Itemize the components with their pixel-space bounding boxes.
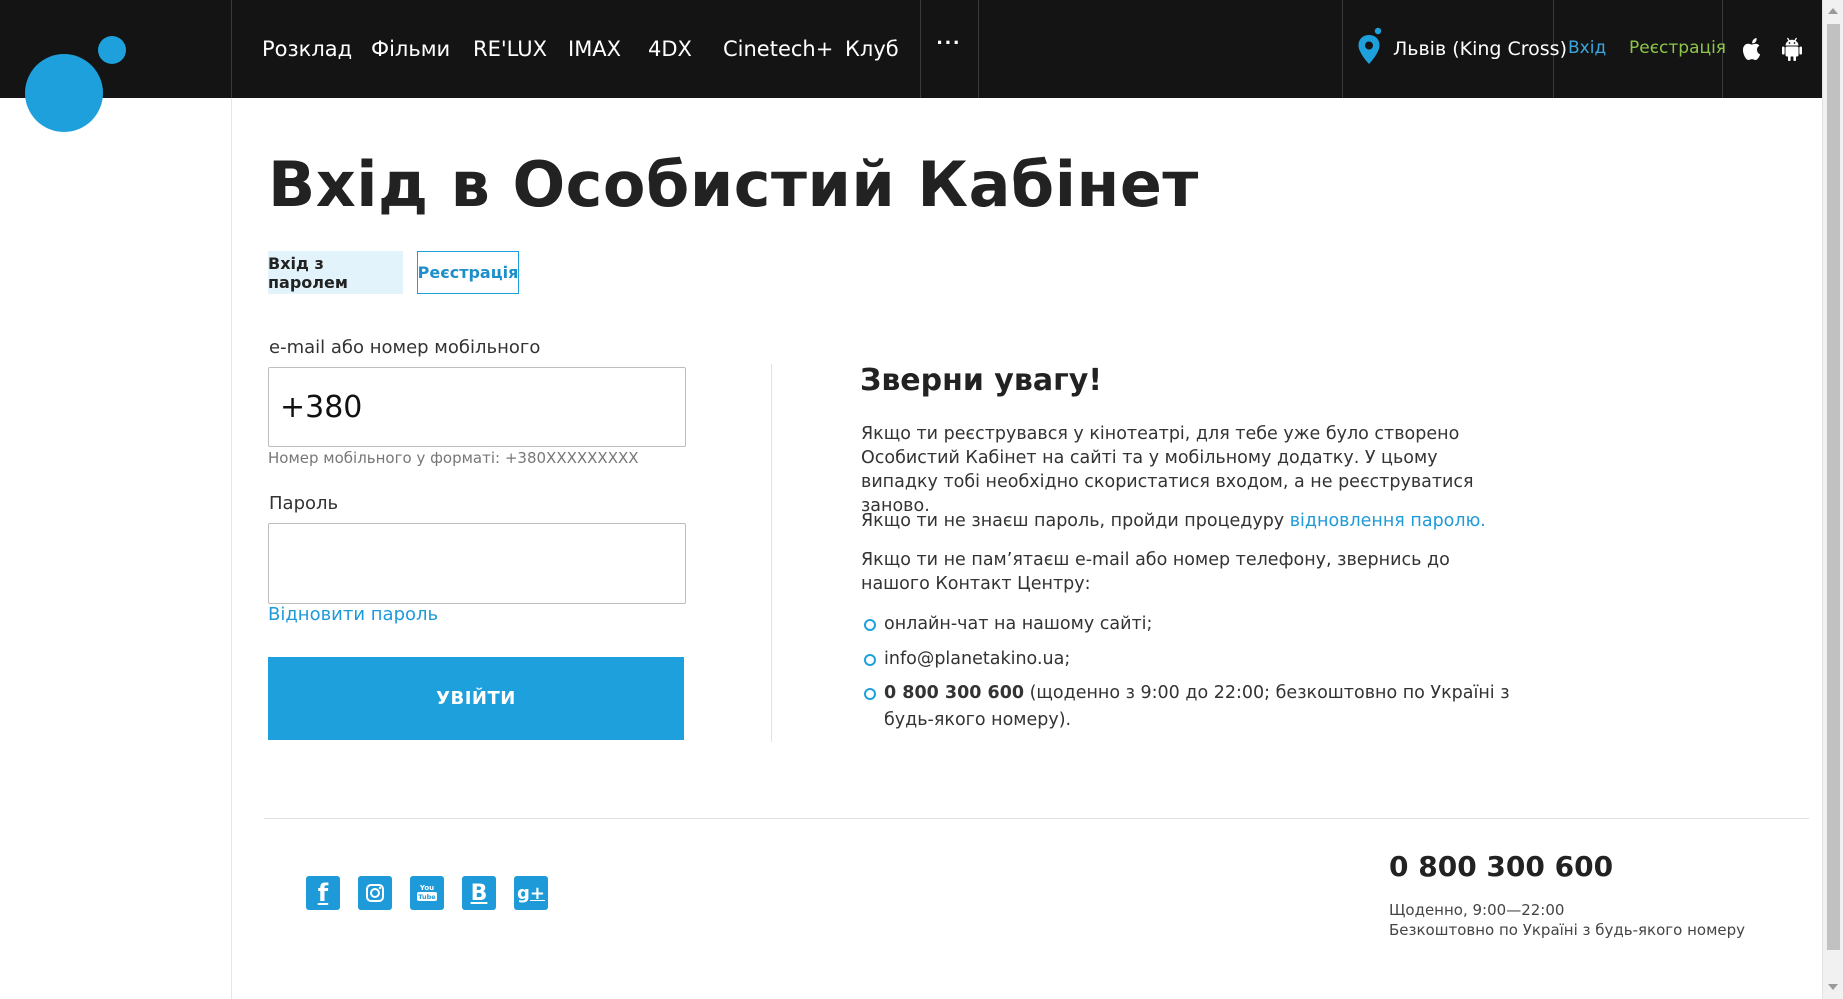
- android-icon[interactable]: [1781, 36, 1805, 62]
- notice-paragraph-2: Якщо ти не знаєш пароль, пройди процедур…: [861, 509, 1511, 533]
- scroll-up-arrow-icon[interactable]: [1828, 8, 1838, 14]
- password-input[interactable]: [268, 523, 686, 604]
- top-navigation-bar: Розклад Фільми RE'LUX IMAX 4DX Cinetech+…: [0, 0, 1822, 98]
- notice-paragraph-3: Якщо ти не пам’ятаєш e-mail або номер те…: [861, 550, 1450, 594]
- bullet-icon: [864, 619, 876, 631]
- nav-item-films[interactable]: Фільми: [371, 37, 450, 61]
- restore-password-inline-link[interactable]: відновлення паролю.: [1290, 511, 1486, 531]
- contact-phone: 0 800 300 600 (щоденно з 9:00 до 22:00; …: [884, 680, 1524, 734]
- vk-icon[interactable]: B: [462, 876, 496, 910]
- instagram-icon[interactable]: [358, 876, 392, 910]
- nav-item-4dx[interactable]: 4DX: [648, 37, 692, 61]
- tab-register[interactable]: Реєстрація: [417, 251, 519, 294]
- footer-divider: [264, 818, 1809, 819]
- notice-title: Зверни увагу!: [860, 363, 1103, 398]
- login-input[interactable]: [268, 367, 686, 447]
- facebook-icon[interactable]: f: [306, 876, 340, 910]
- content-left-border: [231, 98, 232, 999]
- footer-hours: Щоденно, 9:00—22:00: [1389, 901, 1565, 919]
- login-field-label: e-mail або номер мобільного: [269, 337, 541, 358]
- nav-divider: [978, 0, 979, 98]
- google-plus-icon[interactable]: g+: [514, 876, 548, 910]
- city-label: Львів (King Cross): [1393, 38, 1567, 60]
- bullet-icon: [864, 654, 876, 666]
- notice-paragraph-2-text: Якщо ти не знаєш пароль, пройди процедур…: [861, 511, 1290, 531]
- contact-phone-number: 0 800 300 600: [884, 683, 1025, 703]
- scroll-thumb[interactable]: [1827, 24, 1840, 950]
- login-field-hint: Номер мобільного у форматі: +380XXXXXXXX…: [268, 449, 639, 467]
- section-divider: [771, 364, 772, 742]
- notice-paragraph-1: Якщо ти реєструвався у кінотеатрі, для т…: [861, 424, 1474, 516]
- nav-item-club[interactable]: Клуб: [845, 37, 899, 61]
- youtube-icon[interactable]: You Tube: [410, 876, 444, 910]
- svg-text:Tube: Tube: [418, 893, 436, 901]
- nav-item-schedule[interactable]: Розклад: [262, 37, 352, 61]
- location-pin-icon: [1357, 27, 1383, 72]
- city-selector[interactable]: Львів (King Cross): [1357, 26, 1567, 72]
- restore-password-link[interactable]: Відновити пароль: [268, 604, 438, 625]
- apple-icon[interactable]: [1741, 36, 1765, 62]
- planeta-kino-logo-dot: [98, 36, 126, 64]
- nav-item-imax[interactable]: IMAX: [568, 37, 621, 61]
- nav-divider: [1342, 0, 1343, 98]
- page-title: Вхід в Особистий Кабінет: [268, 148, 1199, 221]
- tab-password-login[interactable]: Вхід з паролем: [268, 251, 403, 294]
- nav-item-relux[interactable]: RE'LUX: [473, 37, 547, 61]
- nav-item-cinetech[interactable]: Cinetech+: [723, 37, 833, 61]
- bullet-icon: [864, 688, 876, 700]
- scroll-down-arrow-icon[interactable]: [1828, 984, 1838, 990]
- header-login-link[interactable]: Вхід: [1568, 38, 1606, 58]
- contact-email: info@planetakino.ua;: [884, 649, 1071, 669]
- footer-phone: 0 800 300 600: [1389, 850, 1614, 883]
- password-field-label: Пароль: [269, 493, 339, 514]
- header-register-link[interactable]: Реєстрація: [1629, 38, 1726, 58]
- page-scrollbar[interactable]: [1822, 0, 1843, 999]
- login-submit-button[interactable]: УВІЙТИ: [268, 657, 684, 740]
- contact-chat: онлайн-чат на нашому сайті;: [884, 614, 1153, 634]
- planeta-kino-logo[interactable]: [25, 54, 103, 132]
- nav-divider: [231, 0, 232, 98]
- nav-more-button[interactable]: ···: [920, 30, 978, 68]
- footer-free-call: Безкоштовно по Україні з будь-якого номе…: [1389, 921, 1746, 939]
- svg-text:You: You: [419, 884, 434, 892]
